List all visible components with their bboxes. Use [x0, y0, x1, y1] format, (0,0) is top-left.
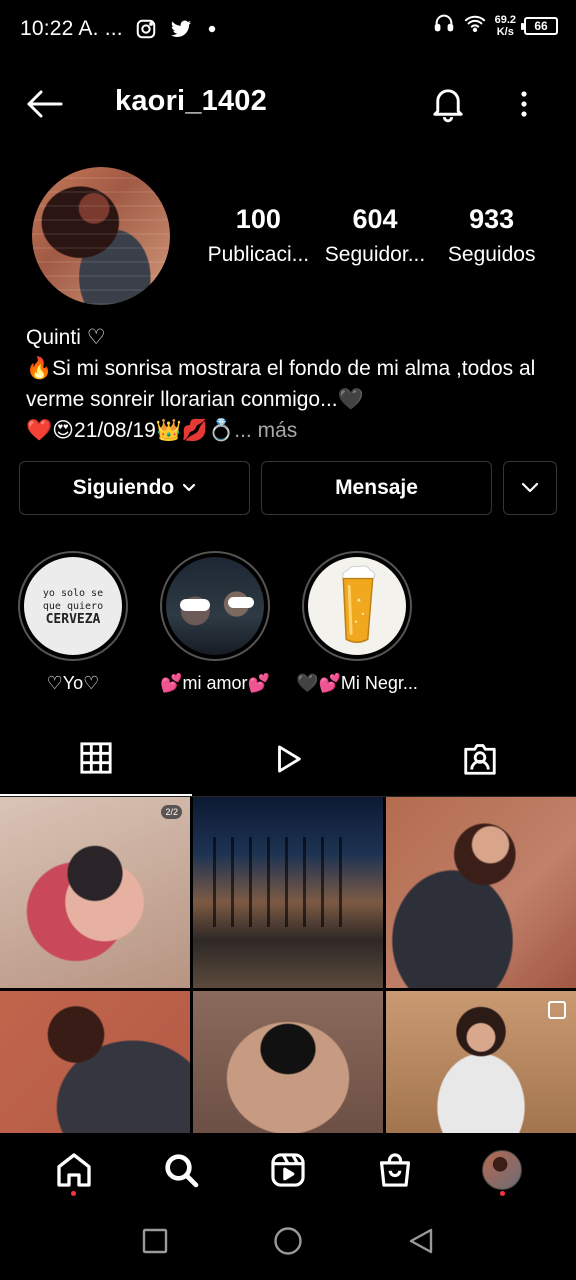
- profile-avatar[interactable]: [32, 167, 170, 305]
- nav-profile[interactable]: [472, 1140, 532, 1200]
- system-navigation-bar: [0, 1207, 576, 1280]
- stat-following[interactable]: 933 Seguidos: [433, 204, 550, 267]
- battery-level: 66: [534, 18, 548, 33]
- tagged-person-icon: [464, 744, 496, 775]
- stat-followers-value: 604: [352, 204, 398, 234]
- message-label: Mensaje: [335, 476, 418, 499]
- wifi-icon: [463, 12, 487, 39]
- network-speed: 69.2 K/s: [495, 14, 516, 38]
- grid-post[interactable]: [386, 991, 576, 1133]
- highlight-cover: yo solo se que quiero CERVEZA: [24, 557, 122, 655]
- following-button[interactable]: Siguiendo: [19, 461, 250, 515]
- nav-activity-dot: [71, 1191, 77, 1196]
- nav-search[interactable]: [151, 1140, 211, 1200]
- shopping-bag-icon: [380, 1153, 411, 1187]
- reels-icon: [271, 1153, 305, 1187]
- net-speed-unit: K/s: [496, 25, 514, 38]
- stat-posts-value: 100: [235, 204, 281, 234]
- highlight-cover: [166, 557, 264, 655]
- posts-grid: 2/2: [0, 797, 576, 1133]
- grid-post[interactable]: 2/2: [0, 797, 190, 988]
- search-icon: [165, 1154, 199, 1188]
- profile-actions: Siguiendo Mensaje: [19, 461, 557, 515]
- bio-date-text: ❤️😍21/08/19👑💋💍: [26, 419, 235, 442]
- story-highlights: yo solo se que quiero CERVEZA ♡Yo♡ 💕mi a…: [18, 551, 558, 701]
- notification-dot-icon: [205, 22, 219, 36]
- stat-following-label: Seguidos: [447, 243, 536, 266]
- message-button[interactable]: Mensaje: [261, 461, 492, 515]
- highlight-label: 🖤💕Mi Negr...: [296, 673, 418, 693]
- highlight-cover-text: que quiero: [42, 600, 104, 612]
- instagram-icon: [135, 18, 157, 40]
- back-nav-button[interactable]: [408, 1227, 434, 1260]
- tab-tagged[interactable]: [384, 722, 576, 796]
- triangle-back-icon: [409, 1228, 432, 1254]
- nav-home[interactable]: [44, 1140, 104, 1200]
- highlight-label: ♡Yo♡: [46, 673, 100, 693]
- suggested-accounts-button[interactable]: [503, 461, 557, 515]
- grid-post[interactable]: [193, 797, 383, 988]
- highlight-item[interactable]: yo solo se que quiero CERVEZA ♡Yo♡: [18, 551, 128, 701]
- chevron-down-icon: [183, 483, 196, 492]
- profile-stats: 100 Publicaci... 604 Seguidor... 933 Seg…: [200, 204, 550, 267]
- status-time: 10:22 A. ...: [20, 17, 123, 40]
- net-speed-value: 69.2: [494, 13, 516, 26]
- status-bar: 10:22 A. ... 69.2 K/s 66: [0, 0, 576, 58]
- highlight-cover-text: CERVEZA: [45, 611, 101, 627]
- highlight-label: 💕mi amor💕: [160, 673, 270, 693]
- tab-posts-grid[interactable]: [0, 722, 192, 796]
- home-icon: [56, 1153, 91, 1187]
- highlight-ring: yo solo se que quiero CERVEZA: [18, 551, 128, 661]
- profile-header: kaori_1402: [0, 70, 576, 138]
- multiple-images-icon: [548, 1001, 566, 1019]
- more-vertical-icon: [521, 91, 527, 117]
- bottom-navigation: [0, 1133, 576, 1207]
- notifications-button[interactable]: [426, 82, 470, 126]
- highlight-item[interactable]: 🖤💕Mi Negr...: [296, 551, 418, 701]
- bio-text: 🔥Si mi sonrisa mostrara el fondo de mi a…: [26, 357, 536, 411]
- grid-post[interactable]: [193, 991, 383, 1133]
- profile-tabs: [0, 722, 576, 796]
- home-button[interactable]: [273, 1226, 303, 1261]
- stat-posts-label: Publicaci...: [207, 243, 310, 266]
- profile-username: kaori_1402: [115, 85, 267, 117]
- bell-icon: [433, 89, 463, 123]
- grid-post[interactable]: [386, 797, 576, 988]
- highlight-cover-text: yo solo se: [42, 587, 104, 599]
- back-arrow-icon: [27, 90, 63, 118]
- grid-post[interactable]: [0, 991, 190, 1133]
- stat-followers-label: Seguidor...: [324, 243, 426, 266]
- grid-icon: [80, 742, 112, 774]
- headset-icon: [433, 12, 455, 39]
- beer-glass-icon: [342, 565, 376, 643]
- profile-display-name: Quinti ♡: [26, 326, 106, 349]
- stat-followers[interactable]: 604 Seguidor...: [317, 204, 434, 267]
- nav-reels[interactable]: [258, 1140, 318, 1200]
- profile-bio: Quinti ♡ 🔥Si mi sonrisa mostrara el fond…: [26, 322, 556, 446]
- bio-more-link[interactable]: ... más: [234, 419, 297, 442]
- back-button[interactable]: [22, 84, 66, 124]
- highlight-cover: [308, 557, 406, 655]
- chevron-down-icon: [521, 482, 539, 493]
- tab-reels[interactable]: [192, 722, 384, 796]
- following-label: Siguiendo: [72, 476, 175, 499]
- highlight-ring: [302, 551, 412, 661]
- nav-activity-dot: [499, 1191, 505, 1196]
- stat-posts[interactable]: 100 Publicaci...: [200, 204, 317, 267]
- highlight-ring: [160, 551, 270, 661]
- carousel-count-badge: 2/2: [161, 805, 182, 819]
- battery-icon: 66: [521, 16, 558, 35]
- square-icon: [143, 1228, 168, 1254]
- nav-shop[interactable]: [365, 1140, 425, 1200]
- bio-date-line: ❤️😍21/08/19👑💋💍... más: [26, 415, 556, 446]
- circle-icon: [274, 1227, 302, 1255]
- recent-apps-button[interactable]: [142, 1228, 168, 1259]
- highlight-item[interactable]: 💕mi amor💕: [160, 551, 270, 701]
- play-icon: [278, 745, 301, 773]
- stat-following-value: 933: [469, 204, 515, 234]
- twitter-icon: [169, 18, 193, 40]
- more-options-button[interactable]: [508, 82, 540, 126]
- profile-avatar-small: [482, 1150, 523, 1190]
